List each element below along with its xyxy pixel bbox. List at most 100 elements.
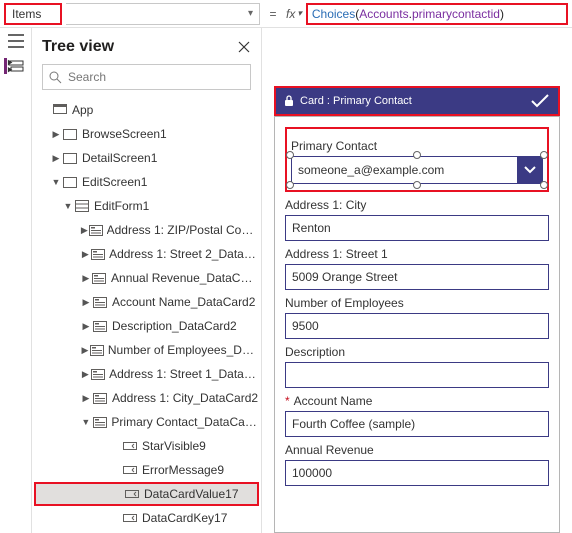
caret-icon: ▶ [80, 369, 91, 380]
selection-handle[interactable] [540, 151, 548, 159]
caret-icon: ▼ [62, 201, 74, 211]
node-icon [62, 177, 78, 188]
formula-bar: Items ▾ = fx ▾ Choices(Accounts.primaryc… [0, 0, 572, 28]
field-label: Annual Revenue [285, 443, 549, 457]
tree-node[interactable]: StarVisible9 [34, 434, 259, 458]
tree-node[interactable]: DataCardValue17 [34, 482, 259, 506]
node-label: Address 1: Street 2_DataCard2 [109, 247, 259, 261]
caret-icon: ▶ [80, 321, 92, 332]
text-input[interactable]: Renton [285, 215, 549, 241]
node-label: Annual Revenue_DataCard2 [111, 271, 259, 285]
tree-node[interactable]: ▶Number of Employees_DataCard2 [34, 338, 259, 362]
node-icon [122, 513, 138, 523]
tree-node[interactable]: ▼EditScreen1 [34, 170, 259, 194]
node-icon [91, 249, 105, 260]
formula-input[interactable]: Choices(Accounts.primarycontactid) [306, 3, 568, 25]
node-icon [90, 345, 104, 356]
caret-icon: ▶ [50, 153, 62, 164]
node-label: EditForm1 [94, 199, 149, 213]
card-chip-label: Card : Primary Contact [300, 95, 412, 107]
field-label: Description [285, 345, 549, 359]
tree-node[interactable]: ▶DetailScreen1 [34, 146, 259, 170]
tree-node[interactable]: ▶ Annual Revenue_DataCard2 [34, 266, 259, 290]
caret-icon: ▼ [80, 417, 92, 427]
field-label: *Account Name [285, 394, 549, 408]
tree-view-rail-icon[interactable] [4, 58, 28, 74]
text-input[interactable] [285, 362, 549, 388]
property-selector[interactable]: Items [4, 3, 62, 25]
field-label: Address 1: City [285, 198, 549, 212]
tree-node[interactable]: ▼ Primary Contact_DataCard1 [34, 410, 259, 434]
text-input[interactable]: 5009 Orange Street [285, 264, 549, 290]
tree-node[interactable]: App [34, 98, 259, 122]
node-label: DataCardKey17 [142, 511, 227, 525]
search-placeholder: Search [68, 70, 106, 84]
caret-icon: ▶ [50, 129, 62, 140]
node-icon [122, 441, 138, 451]
search-input[interactable]: Search [42, 64, 251, 90]
tree-node[interactable]: ▶ Description_DataCard2 [34, 314, 259, 338]
node-label: ErrorMessage9 [142, 463, 224, 477]
left-rail [0, 28, 32, 533]
node-label: Primary Contact_DataCard1 [111, 415, 259, 429]
node-label: DataCardValue17 [144, 487, 239, 501]
property-dropdown-full[interactable]: ▾ [66, 3, 260, 25]
field-label: Address 1: Street 1 [285, 247, 549, 261]
text-input[interactable]: 9500 [285, 313, 549, 339]
close-icon[interactable] [237, 40, 251, 54]
tree-node[interactable]: DataCardKey17 [34, 506, 259, 530]
selection-handle[interactable] [413, 151, 421, 159]
tree-node[interactable]: ▶ Address 1: ZIP/Postal Code_DataCard2 [34, 218, 259, 242]
node-icon [52, 104, 68, 116]
node-label: EditScreen1 [82, 175, 147, 189]
node-icon [92, 321, 108, 332]
caret-icon: ▶ [80, 225, 89, 236]
property-name: Items [12, 7, 41, 21]
node-icon [89, 225, 103, 236]
node-label: Number of Employees_DataCard2 [108, 343, 259, 357]
caret-icon: ▶ [80, 273, 92, 284]
check-icon[interactable] [530, 93, 550, 109]
node-icon [62, 129, 78, 140]
node-icon [92, 417, 108, 428]
lock-icon [284, 95, 294, 107]
equals-sign: = [264, 7, 282, 21]
node-icon [91, 369, 105, 380]
node-label: Description_DataCard2 [112, 319, 237, 333]
text-input[interactable]: 100000 [285, 460, 549, 486]
selection-handle[interactable] [413, 181, 421, 189]
canvas: Card : Primary Contact Primary Contactso… [262, 28, 572, 533]
node-icon [124, 489, 140, 499]
node-icon [92, 393, 108, 404]
node-label: BrowseScreen1 [82, 127, 167, 141]
tree-node[interactable]: ▼ EditForm1 [34, 194, 259, 218]
tree-panel: Tree view Search App▶BrowseScreen1▶Detai… [32, 28, 262, 533]
tree-node[interactable]: ▶ Account Name_DataCard2 [34, 290, 259, 314]
tree-node[interactable]: ▶ BrowseScreen1 [34, 122, 259, 146]
node-icon [122, 465, 138, 475]
text-input[interactable]: Fourth Coffee (sample) [285, 411, 549, 437]
tree-node[interactable]: ▶Address 1: Street 1_DataCard2 [34, 362, 259, 386]
chevron-down-icon[interactable] [517, 156, 543, 184]
combo-value: someone_a@example.com [291, 156, 517, 184]
selection-handle[interactable] [540, 181, 548, 189]
tree-node[interactable]: ▶Address 1: Street 2_DataCard2 [34, 242, 259, 266]
selection-handle[interactable] [286, 151, 294, 159]
fx-icon: fx ▾ [286, 7, 302, 21]
hamburger-icon[interactable] [8, 34, 24, 48]
caret-icon: ▶ [80, 297, 92, 308]
chevron-down-icon: ▾ [248, 8, 253, 19]
tree-node[interactable]: ▶Address 1: City_DataCard2 [34, 386, 259, 410]
search-icon [49, 71, 62, 84]
node-label: Address 1: ZIP/Postal Code_DataCard2 [107, 223, 259, 237]
node-icon [92, 273, 107, 284]
node-label: Account Name_DataCard2 [112, 295, 255, 309]
combo-input[interactable]: someone_a@example.com [291, 156, 543, 184]
required-star: * [285, 394, 290, 408]
tree-node[interactable]: ErrorMessage9 [34, 458, 259, 482]
node-icon [92, 297, 108, 308]
node-icon [62, 153, 78, 164]
selection-handle[interactable] [286, 181, 294, 189]
node-label: StarVisible9 [142, 439, 206, 453]
card-header[interactable]: Card : Primary Contact [274, 86, 560, 116]
